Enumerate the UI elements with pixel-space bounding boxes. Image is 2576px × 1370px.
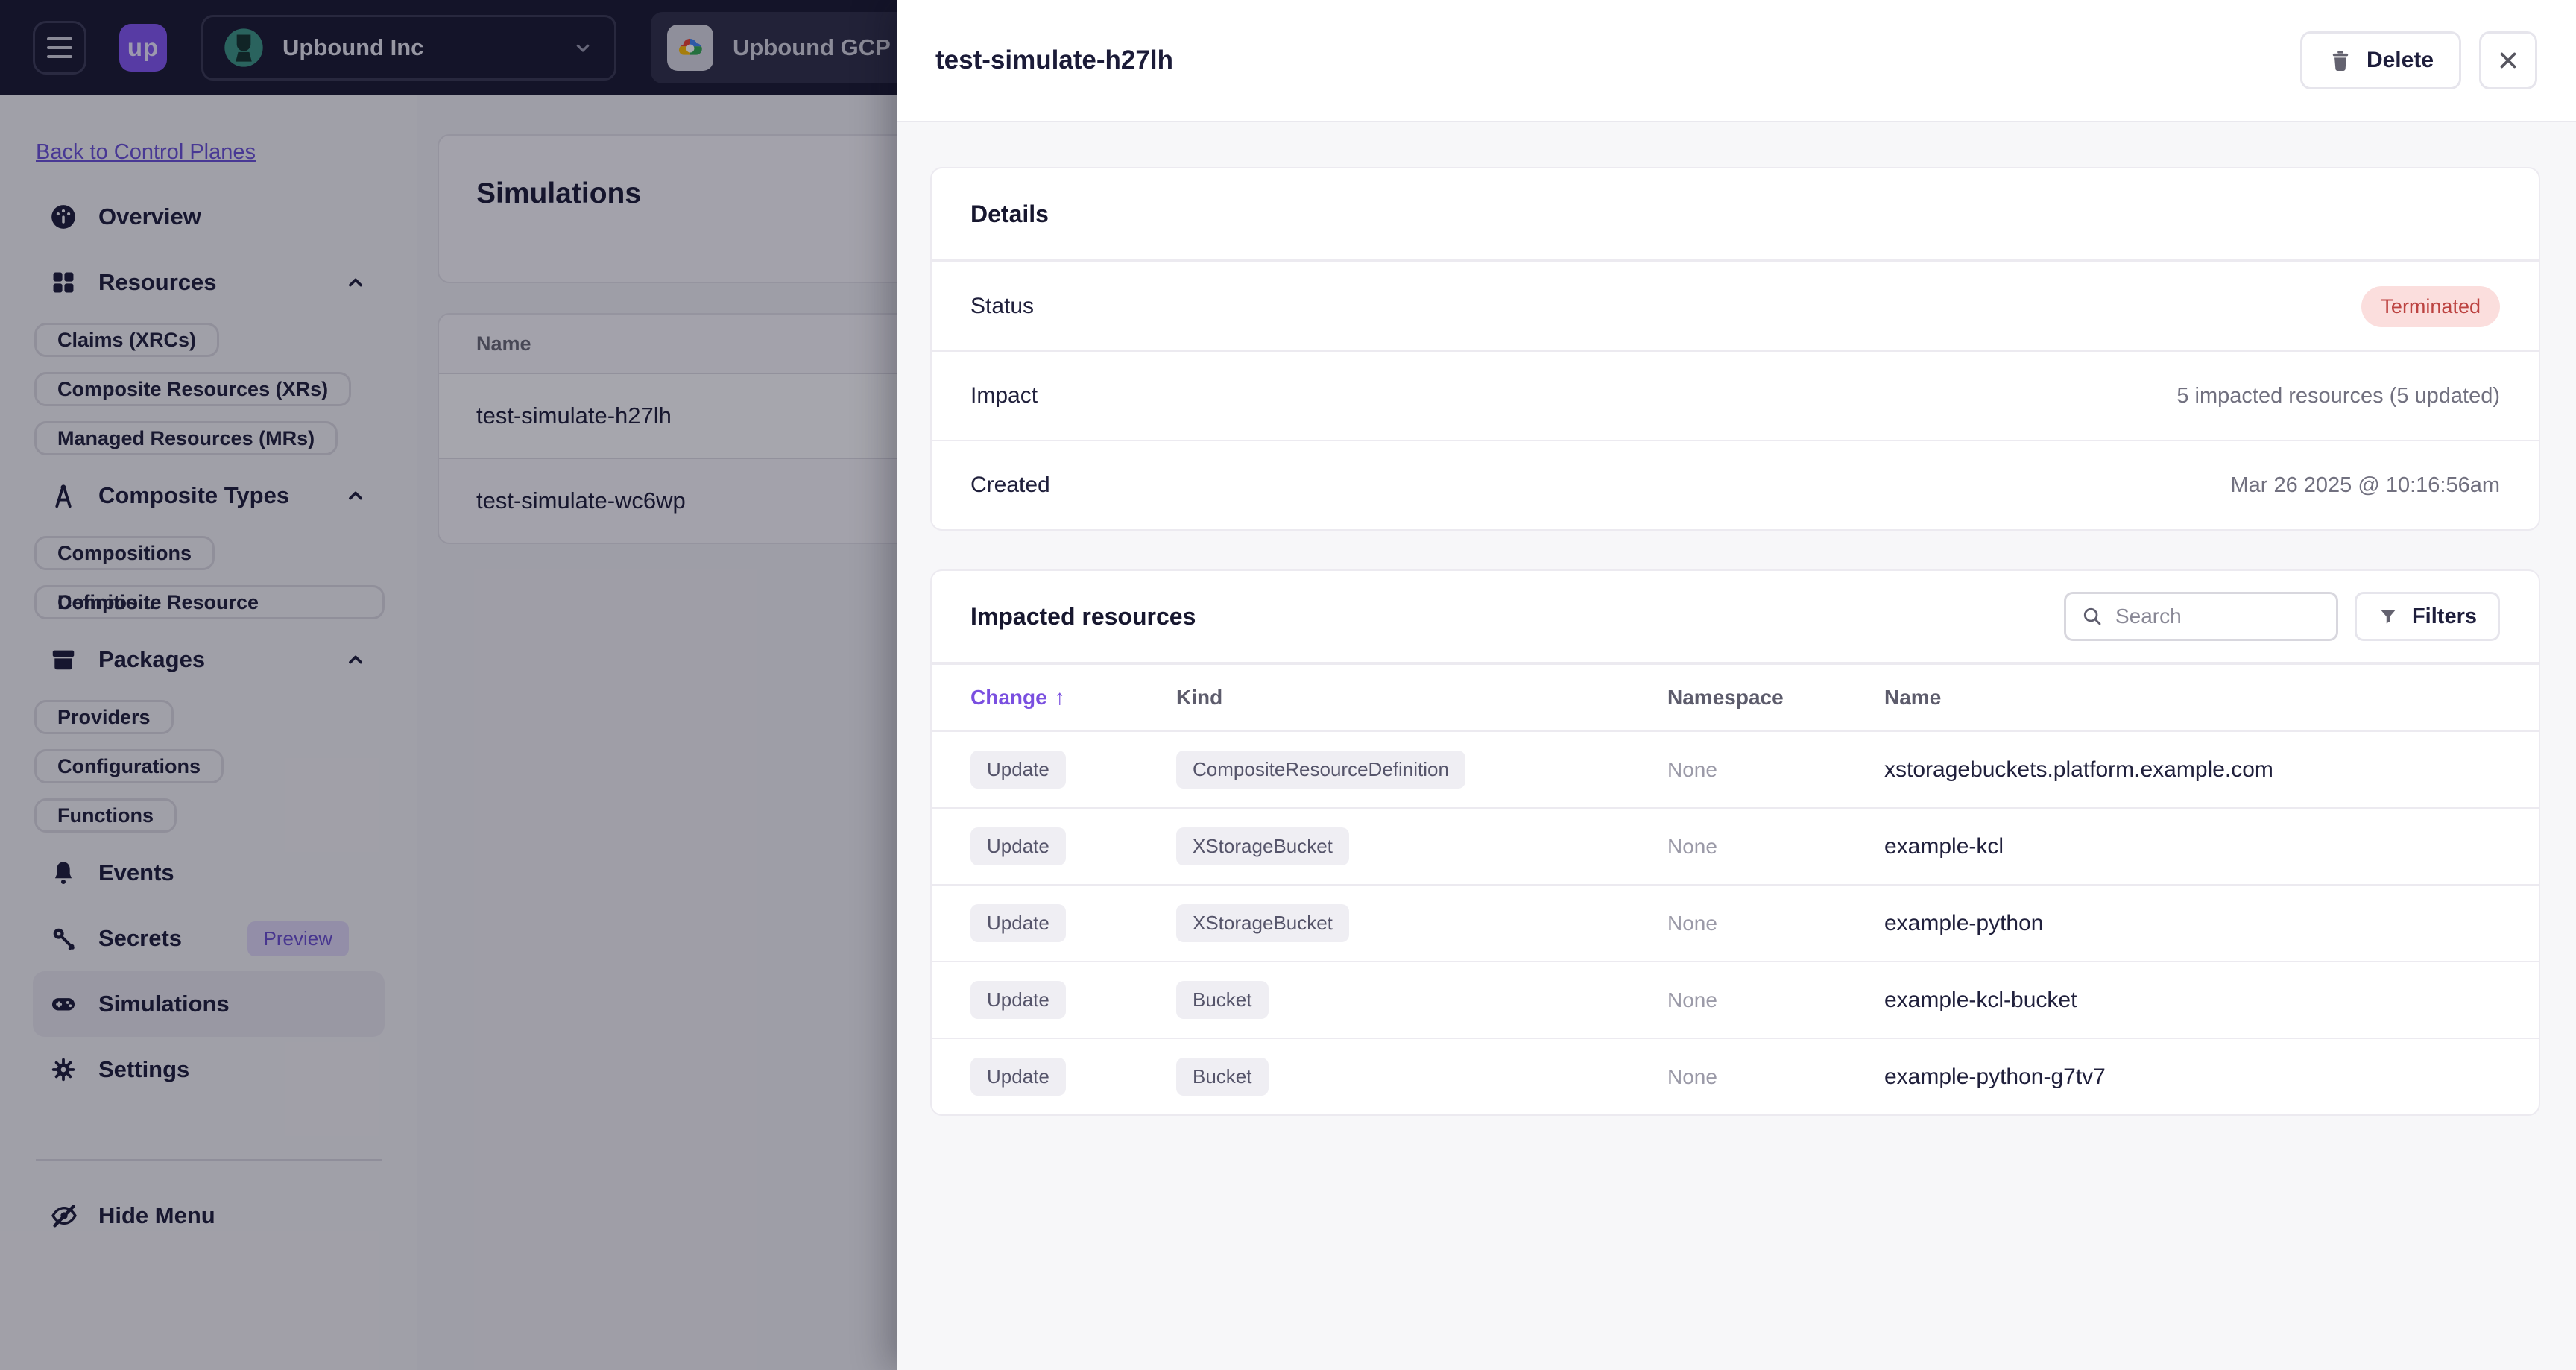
filters-button-label: Filters <box>2411 604 2477 628</box>
detail-row-status: Status Terminated <box>932 262 2539 352</box>
detail-value: Mar 26 2025 @ 10:16:56am <box>2230 473 2500 497</box>
column-header-change[interactable]: Change ↑ <box>970 686 1176 710</box>
close-drawer-button[interactable] <box>2479 31 2537 89</box>
drawer-header: test-simulate-h27lh Delete <box>897 0 2576 122</box>
change-badge: Update <box>970 981 1066 1019</box>
impacted-resources-heading: Impacted resources <box>970 602 1196 630</box>
trash-icon <box>2328 48 2353 73</box>
status-badge: Terminated <box>2361 285 2500 327</box>
kind-badge: CompositeResourceDefinition <box>1176 751 1465 789</box>
kind-badge: XStorageBucket <box>1176 827 1349 865</box>
search-icon <box>2081 605 2103 628</box>
impacted-resource-row[interactable]: Update Bucket None example-kcl-bucket <box>932 962 2539 1039</box>
search-input[interactable] <box>2113 604 2321 629</box>
search-input-box[interactable] <box>2063 592 2338 641</box>
details-heading: Details <box>970 200 1049 227</box>
namespace-cell: None <box>1667 834 1717 858</box>
name-cell: example-kcl <box>1884 833 2004 859</box>
impacted-resource-row[interactable]: Update Bucket None example-python-g7tv7 <box>932 1039 2539 1114</box>
filters-button[interactable]: Filters <box>2354 592 2500 641</box>
name-cell: example-python <box>1884 910 2044 935</box>
namespace-cell: None <box>1667 1064 1717 1088</box>
sort-asc-icon: ↑ <box>1054 686 1065 709</box>
change-badge: Update <box>970 827 1066 865</box>
delete-button[interactable]: Delete <box>2299 31 2461 89</box>
impacted-resources-card: Impacted resources Filters <box>930 569 2540 1116</box>
simulation-detail-drawer: test-simulate-h27lh Delete Details Statu… <box>897 0 2576 1370</box>
impacted-resource-row[interactable]: Update XStorageBucket None example-kcl <box>932 809 2539 886</box>
detail-label: Status <box>970 294 1035 318</box>
column-header-name[interactable]: Name <box>1884 686 2500 710</box>
details-card: Details Status Terminated Impact 5 impacted… <box>930 167 2540 531</box>
modal-dim-overlay[interactable] <box>0 0 897 1370</box>
name-cell: xstoragebuckets.platform.example.com <box>1884 757 2273 782</box>
column-header-kind[interactable]: Kind <box>1176 686 1667 710</box>
impacted-resource-row[interactable]: Update CompositeResourceDefinition None xst… <box>932 732 2539 809</box>
change-badge: Update <box>970 1058 1066 1096</box>
detail-row-created: Created Mar 26 2025 @ 10:16:56am <box>932 441 2539 529</box>
change-badge: Update <box>970 904 1066 942</box>
impacted-resource-row[interactable]: Update XStorageBucket None example-python <box>932 886 2539 962</box>
name-cell: example-kcl-bucket <box>1884 987 2077 1012</box>
close-icon <box>2496 48 2521 73</box>
detail-label: Created <box>970 473 1050 497</box>
delete-button-label: Delete <box>2366 48 2434 72</box>
namespace-cell: None <box>1667 757 1717 781</box>
name-cell: example-python-g7tv7 <box>1884 1064 2106 1089</box>
drawer-title: test-simulate-h27lh <box>935 45 1173 75</box>
kind-badge: XStorageBucket <box>1176 904 1349 942</box>
detail-row-impact: Impact 5 impacted resources (5 updated) <box>932 352 2539 441</box>
detail-label: Impact <box>970 383 1038 408</box>
impacted-table-header: Change ↑ Kind Namespace Name <box>932 665 2539 732</box>
namespace-cell: None <box>1667 911 1717 935</box>
change-badge: Update <box>970 751 1066 789</box>
detail-value: 5 impacted resources (5 updated) <box>2176 383 2500 408</box>
kind-badge: Bucket <box>1176 981 1269 1019</box>
namespace-cell: None <box>1667 988 1717 1011</box>
column-header-namespace[interactable]: Namespace <box>1667 686 1884 710</box>
kind-badge: Bucket <box>1176 1058 1269 1096</box>
app-root: up Upbound Inc Upbound GCP U Back to Con… <box>0 0 2576 1370</box>
filter-funnel-icon <box>2378 606 2399 627</box>
